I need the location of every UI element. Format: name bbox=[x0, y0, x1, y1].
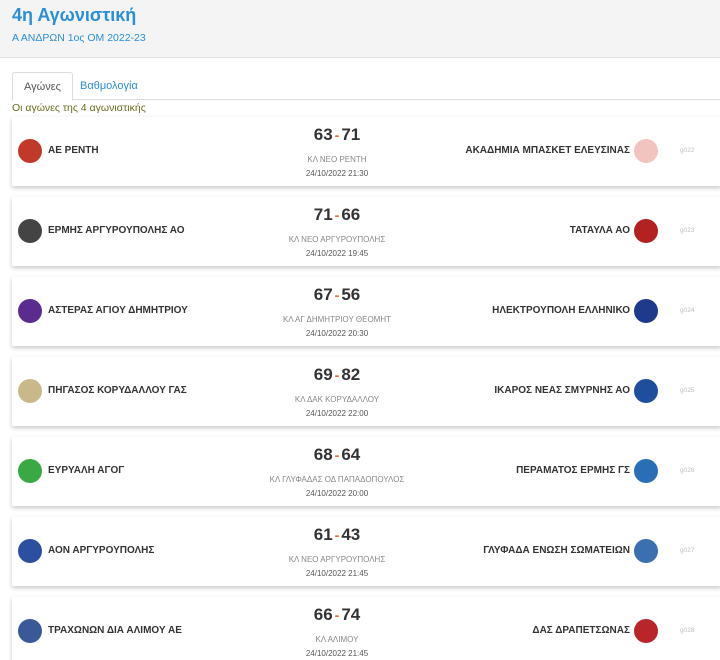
away-team-logo-icon bbox=[634, 139, 658, 163]
home-score: 71 bbox=[313, 205, 333, 224]
home-team-name[interactable]: ΠΗΓΑΣΟΣ ΚΟΡΥΔΑΛΛΟΥ ΓΑΣ bbox=[48, 385, 187, 396]
away-team-name[interactable]: ΑΚΑΔΗΜΙΑ ΜΠΑΣΚΕΤ ΕΛΕΥΣΙΝΑΣ bbox=[465, 145, 630, 156]
match-score[interactable]: 61-43 bbox=[212, 525, 462, 545]
home-score: 61 bbox=[313, 525, 333, 544]
match-datetime: 24/10/2022 22:00 bbox=[305, 409, 369, 418]
home-team-name[interactable]: ΤΡΑΧΩΝΩΝ ΔΙΑ ΑΛΙΜΟΥ ΑΕ bbox=[48, 625, 182, 636]
match-datetime: 24/10/2022 21:30 bbox=[305, 169, 369, 178]
home-team-name[interactable]: ΕΥΡΥΑΛΗ ΑΓΟΓ bbox=[48, 465, 124, 476]
home-team-logo-icon bbox=[18, 619, 42, 643]
match-venue: ΚΛ ΝΕΟ ΑΡΓΥΡΟΥΠΟΛΗΣ bbox=[288, 235, 386, 244]
home-team-name[interactable]: ΑΣΤΕΡΑΣ ΑΓΙΟΥ ΔΗΜΗΤΡΙΟΥ bbox=[48, 305, 188, 316]
away-team-logo-icon bbox=[634, 219, 658, 243]
away-team-logo-icon bbox=[634, 379, 658, 403]
match-venue: ΚΛ ΝΕΟ ΡΕΝΤΗ bbox=[307, 155, 367, 164]
away-score: 82 bbox=[341, 365, 361, 384]
match-venue: ΚΛ ΝΕΟ ΑΡΓΥΡΟΥΠΟΛΗΣ bbox=[288, 555, 386, 564]
match-card[interactable]: ΕΥΡΥΑΛΗ ΑΓΟΓ 68-64 ΚΛ ΓΛΥΦΑΔΑΣ ΟΔ ΠΑΠΑΔΟ… bbox=[12, 437, 720, 506]
competition-subtitle[interactable]: Α ΑΝΔΡΩΝ 1ος ΟΜ 2022-23 bbox=[12, 32, 146, 44]
score-separator: - bbox=[334, 607, 340, 623]
home-team-name[interactable]: ΕΡΜΗΣ ΑΡΓΥΡΟΥΠΟΛΗΣ ΑΟ bbox=[48, 225, 184, 236]
away-team-logo-icon bbox=[634, 619, 658, 643]
match-code: g027 bbox=[680, 547, 695, 554]
home-score: 66 bbox=[313, 605, 333, 624]
match-code: g028 bbox=[680, 627, 695, 634]
match-datetime: 24/10/2022 21:45 bbox=[305, 569, 369, 578]
away-team-name[interactable]: ΓΛΥΦΑΔΑ ΕΝΩΣΗ ΣΩΜΑΤΕΙΩΝ bbox=[483, 545, 630, 556]
home-team-name[interactable]: ΑΕ ΡΕΝΤΗ bbox=[48, 145, 99, 156]
match-datetime: 24/10/2022 21:45 bbox=[305, 649, 369, 658]
score-separator: - bbox=[334, 447, 340, 463]
score-separator: - bbox=[334, 127, 340, 143]
match-code: g023 bbox=[680, 227, 695, 234]
match-score[interactable]: 66-74 bbox=[212, 605, 462, 625]
away-team-name[interactable]: ΗΛΕΚΤΡΟΥΠΟΛΗ ΕΛΛΗΝΙΚΟ bbox=[492, 305, 630, 316]
home-team-logo-icon bbox=[18, 379, 42, 403]
match-card[interactable]: ΠΗΓΑΣΟΣ ΚΟΡΥΔΑΛΛΟΥ ΓΑΣ 69-82 ΚΛ ΔΑΚ ΚΟΡΥ… bbox=[12, 357, 720, 426]
match-code: g025 bbox=[680, 387, 695, 394]
match-venue: ΚΛ ΑΓ ΔΗΜΗΤΡΙΟΥ ΘΕΟΜΗΤ bbox=[282, 315, 392, 324]
match-score[interactable]: 63-71 bbox=[212, 125, 462, 145]
away-score: 64 bbox=[341, 445, 361, 464]
match-card[interactable]: ΤΡΑΧΩΝΩΝ ΔΙΑ ΑΛΙΜΟΥ ΑΕ 66-74 ΚΛ ΑΛΙΜΟΥ 2… bbox=[12, 597, 720, 660]
away-team-logo-icon bbox=[634, 539, 658, 563]
match-score[interactable]: 67-56 bbox=[212, 285, 462, 305]
away-team-name[interactable]: ΤΑΤΑΥΛΑ ΑΟ bbox=[570, 225, 630, 236]
home-score: 63 bbox=[313, 125, 333, 144]
match-venue: ΚΛ ΓΛΥΦΑΔΑΣ ΟΔ ΠΑΠΑΔΟΠΟΥΛΟΣ bbox=[269, 475, 405, 484]
away-score: 71 bbox=[341, 125, 361, 144]
home-score: 68 bbox=[313, 445, 333, 464]
tab-matches[interactable]: Αγώνες bbox=[12, 72, 73, 101]
match-score[interactable]: 68-64 bbox=[212, 445, 462, 465]
home-score: 69 bbox=[313, 365, 333, 384]
away-score: 56 bbox=[341, 285, 361, 304]
away-score: 74 bbox=[341, 605, 361, 624]
tab-standings[interactable]: Βαθμολογία bbox=[69, 72, 149, 100]
away-team-name[interactable]: ΙΚΑΡΟΣ ΝΕΑΣ ΣΜΥΡΝΗΣ ΑΟ bbox=[494, 385, 630, 396]
match-code: g022 bbox=[680, 147, 695, 154]
match-code: g026 bbox=[680, 467, 695, 474]
home-team-name[interactable]: ΑΟΝ ΑΡΓΥΡΟΥΠΟΛΗΣ bbox=[48, 545, 154, 556]
match-datetime: 24/10/2022 20:00 bbox=[305, 489, 369, 498]
match-datetime: 24/10/2022 19:45 bbox=[305, 249, 369, 258]
match-card[interactable]: ΑΣΤΕΡΑΣ ΑΓΙΟΥ ΔΗΜΗΤΡΙΟΥ 67-56 ΚΛ ΑΓ ΔΗΜΗ… bbox=[12, 277, 720, 346]
page-header: 4η Αγωνιστική Α ΑΝΔΡΩΝ 1ος ΟΜ 2022-23 bbox=[0, 0, 720, 58]
match-datetime: 24/10/2022 20:30 bbox=[305, 329, 369, 338]
away-score: 66 bbox=[341, 205, 361, 224]
away-team-logo-icon bbox=[634, 299, 658, 323]
home-score: 67 bbox=[313, 285, 333, 304]
score-separator: - bbox=[334, 287, 340, 303]
tab-bar: Αγώνες Βαθμολογία bbox=[12, 72, 720, 101]
score-separator: - bbox=[334, 207, 340, 223]
home-team-logo-icon bbox=[18, 459, 42, 483]
home-team-logo-icon bbox=[18, 539, 42, 563]
home-team-logo-icon bbox=[18, 219, 42, 243]
match-code: g024 bbox=[680, 307, 695, 314]
away-team-logo-icon bbox=[634, 459, 658, 483]
match-score[interactable]: 69-82 bbox=[212, 365, 462, 385]
match-card[interactable]: ΑΟΝ ΑΡΓΥΡΟΥΠΟΛΗΣ 61-43 ΚΛ ΝΕΟ ΑΡΓΥΡΟΥΠΟΛ… bbox=[12, 517, 720, 586]
round-caption: Οι αγώνες της 4 αγωνιστικής bbox=[12, 102, 146, 114]
score-separator: - bbox=[334, 367, 340, 383]
match-card[interactable]: ΕΡΜΗΣ ΑΡΓΥΡΟΥΠΟΛΗΣ ΑΟ 71-66 ΚΛ ΝΕΟ ΑΡΓΥΡ… bbox=[12, 197, 720, 266]
home-team-logo-icon bbox=[18, 139, 42, 163]
match-list: ΑΕ ΡΕΝΤΗ 63-71 ΚΛ ΝΕΟ ΡΕΝΤΗ 24/10/2022 2… bbox=[12, 117, 720, 660]
match-venue: ΚΛ ΑΛΙΜΟΥ bbox=[315, 635, 359, 644]
match-card[interactable]: ΑΕ ΡΕΝΤΗ 63-71 ΚΛ ΝΕΟ ΡΕΝΤΗ 24/10/2022 2… bbox=[12, 117, 720, 186]
match-venue: ΚΛ ΔΑΚ ΚΟΡΥΔΑΛΛΟΥ bbox=[294, 395, 380, 404]
away-score: 43 bbox=[341, 525, 361, 544]
away-team-name[interactable]: ΔΑΣ ΔΡΑΠΕΤΣΩΝΑΣ bbox=[532, 625, 630, 636]
away-team-name[interactable]: ΠΕΡΑΜΑΤΟΣ ΕΡΜΗΣ ΓΣ bbox=[516, 465, 630, 476]
page-title: 4η Αγωνιστική bbox=[12, 5, 137, 25]
match-score[interactable]: 71-66 bbox=[212, 205, 462, 225]
score-separator: - bbox=[334, 527, 340, 543]
home-team-logo-icon bbox=[18, 299, 42, 323]
